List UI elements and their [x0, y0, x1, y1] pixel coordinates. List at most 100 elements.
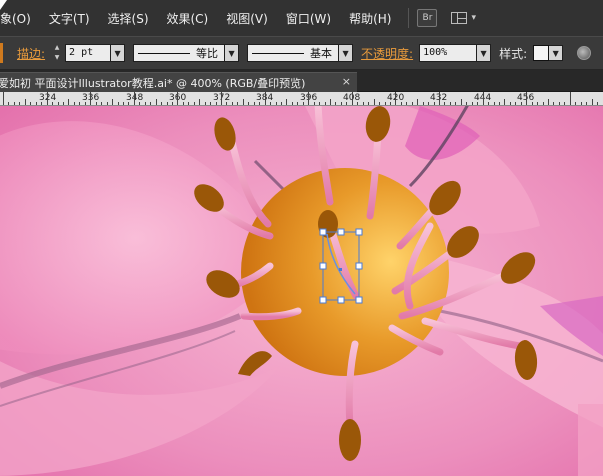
ruler-tick [384, 102, 386, 105]
ruler-tick [351, 92, 353, 105]
ruler-tick [204, 102, 206, 105]
stroke-weight-dropdown[interactable]: ▼ [111, 44, 126, 62]
menu-help[interactable]: 帮助(H) [340, 10, 400, 27]
ruler-tick [188, 102, 190, 105]
style-dropdown[interactable]: ▼ [549, 45, 564, 61]
chevron-down-icon: ▾ [471, 13, 476, 23]
resize-handle[interactable] [355, 262, 363, 270]
brush-definition[interactable]: 基本 [247, 44, 340, 62]
ruler-tick [237, 102, 239, 105]
ruler-tick [444, 102, 446, 105]
opacity-label[interactable]: 不透明度: [361, 45, 413, 62]
ruler-tick [275, 102, 277, 105]
panel-grip[interactable] [0, 43, 3, 63]
control-bar: 描边: ▲ ▼ 2 pt ▼ 等比 ▼ 基本 ▼ 不透明度: 100% ▼ 样式… [0, 36, 603, 70]
resize-handle[interactable] [319, 262, 327, 270]
menu-effect[interactable]: 效果(C) [158, 10, 218, 27]
ruler-tick [46, 92, 48, 105]
ruler-tick [575, 102, 577, 105]
ruler-tick [597, 102, 598, 105]
ruler-tick [150, 102, 152, 105]
ruler-tick [24, 99, 26, 105]
stroke-weight-field[interactable]: 2 pt [65, 44, 112, 62]
artboard-canvas[interactable] [0, 106, 603, 476]
opacity-dropdown[interactable]: ▼ [477, 44, 492, 62]
bridge-button[interactable]: Br [417, 9, 438, 27]
ruler-tick [455, 102, 457, 105]
ruler-tick [313, 102, 315, 105]
ruler-tick [280, 102, 282, 105]
menu-view[interactable]: 视图(V) [217, 10, 277, 27]
opacity-field[interactable]: 100% [419, 44, 478, 62]
ruler-tick [373, 99, 375, 105]
ruler-tick [411, 102, 413, 105]
resize-handle[interactable] [337, 296, 345, 304]
ruler-tick [471, 102, 473, 105]
ruler-tick [379, 102, 380, 105]
close-icon[interactable]: × [342, 75, 351, 88]
style-label: 样式: [499, 46, 528, 61]
document-tab[interactable]: 爱如初 平面设计Illustrator教程.ai* @ 400% (RGB/叠印… [0, 72, 357, 92]
ruler-tick [362, 102, 364, 105]
resize-handle[interactable] [355, 296, 363, 304]
ruler-tick [526, 92, 528, 105]
stepper-up-icon[interactable]: ▲ [51, 44, 63, 52]
variable-width-profile[interactable]: 等比 [133, 44, 226, 62]
resize-handle[interactable] [319, 296, 327, 304]
ruler-tick [155, 99, 157, 105]
menu-divider [408, 8, 410, 28]
menu-object[interactable]: 象(O) [0, 10, 40, 27]
ruler-tick [30, 102, 32, 105]
ruler-tick [122, 102, 124, 105]
ruler-tick [428, 102, 430, 105]
ruler-tick [422, 102, 424, 105]
ruler-tick [106, 102, 108, 105]
stepper-down-icon[interactable]: ▼ [51, 54, 63, 62]
ruler-tick [406, 102, 408, 105]
menu-select[interactable]: 选择(S) [99, 10, 158, 27]
ruler-tick [101, 102, 103, 105]
ruler-tick [3, 92, 4, 105]
flower-artwork [0, 106, 603, 476]
menu-type[interactable]: 文字(T) [40, 10, 99, 27]
resize-handle[interactable] [355, 228, 363, 236]
arrange-documents-button[interactable]: ▾ [451, 12, 476, 24]
ruler-tick [253, 102, 255, 105]
ruler-tick [498, 102, 500, 105]
ruler-tick [580, 102, 582, 105]
ruler-tick [264, 92, 266, 105]
menu-window[interactable]: 窗口(W) [277, 10, 340, 27]
ruler-tick [215, 102, 217, 105]
stroke-weight-stepper[interactable]: ▲ ▼ [51, 44, 63, 62]
ruler-tick [63, 102, 64, 105]
graphic-style-swatch[interactable] [533, 45, 550, 61]
ruler-tick [558, 102, 560, 105]
ruler-tick [466, 102, 468, 105]
ruler-tick [166, 102, 168, 105]
ruler-tick [242, 99, 244, 105]
profile-dropdown[interactable]: ▼ [225, 44, 240, 62]
ruler-tick [302, 102, 304, 105]
ruler-tick [515, 102, 517, 105]
ruler-tick [270, 102, 271, 105]
resize-handle[interactable] [319, 228, 327, 236]
ruler-tick [477, 102, 479, 105]
ruler-tick [357, 102, 359, 105]
recolor-artwork-icon[interactable] [577, 46, 592, 60]
ruler-tick [231, 102, 233, 105]
ruler-tick [542, 102, 544, 105]
stroke-label[interactable]: 描边: [17, 45, 45, 62]
ruler-tick [95, 102, 97, 105]
brush-dropdown[interactable]: ▼ [339, 44, 354, 62]
ruler-tick [171, 102, 173, 105]
ruler-tick [210, 102, 212, 105]
ruler-tick [509, 102, 511, 105]
profile-label: 等比 [196, 47, 219, 60]
ruler-tick [161, 102, 162, 105]
ruler-tick [286, 99, 288, 105]
horizontal-ruler[interactable]: 324 336 348 360 372 384 396 408 420 432 … [0, 92, 603, 106]
ruler-tick [73, 102, 75, 105]
ruler-tick [199, 99, 201, 105]
ruler-tick [439, 92, 440, 105]
resize-handle[interactable] [337, 228, 345, 236]
